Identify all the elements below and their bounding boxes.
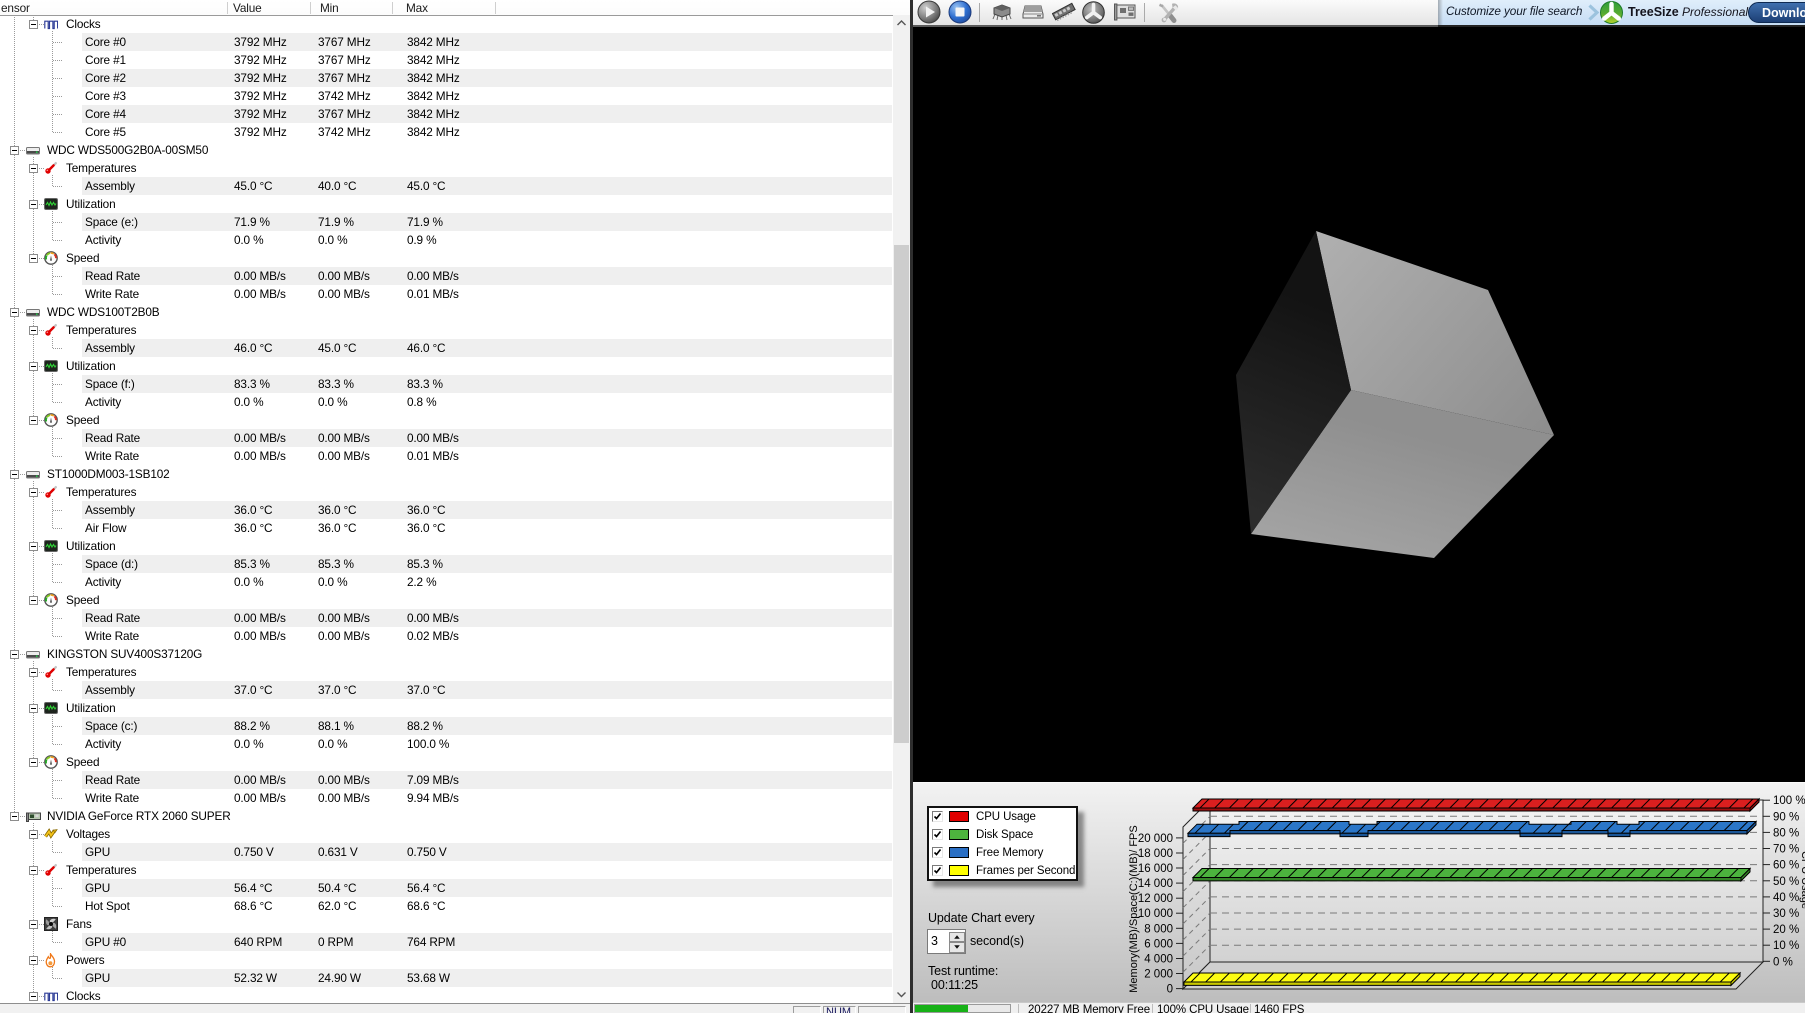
svg-text:CPU Usage: CPU Usage bbox=[1799, 851, 1805, 909]
svg-text:18 000: 18 000 bbox=[1138, 848, 1173, 860]
svg-text:8 000: 8 000 bbox=[1144, 923, 1173, 935]
svg-text:Memory(MB)/Space(C:)(MB)/ FPS: Memory(MB)/Space(C:)(MB)/ FPS bbox=[1128, 825, 1140, 992]
svg-text:4 000: 4 000 bbox=[1144, 954, 1173, 966]
svg-text:20 000: 20 000 bbox=[1138, 833, 1173, 845]
svg-text:14 000: 14 000 bbox=[1138, 878, 1173, 890]
svg-text:0: 0 bbox=[1167, 984, 1173, 996]
svg-text:100 %: 100 % bbox=[1773, 795, 1805, 807]
svg-text:70 %: 70 % bbox=[1773, 844, 1799, 856]
svg-text:12 000: 12 000 bbox=[1138, 893, 1173, 905]
svg-text:20 %: 20 % bbox=[1773, 924, 1799, 936]
svg-text:30 %: 30 % bbox=[1773, 908, 1799, 920]
svg-text:60 %: 60 % bbox=[1773, 860, 1799, 872]
svg-text:80 %: 80 % bbox=[1773, 827, 1799, 839]
svg-text:16 000: 16 000 bbox=[1138, 863, 1173, 875]
svg-text:0 %: 0 % bbox=[1773, 956, 1793, 968]
svg-text:10 %: 10 % bbox=[1773, 940, 1799, 952]
svg-text:2 000: 2 000 bbox=[1144, 969, 1173, 981]
svg-text:10 000: 10 000 bbox=[1138, 908, 1173, 920]
svg-text:90 %: 90 % bbox=[1773, 811, 1799, 823]
svg-text:50 %: 50 % bbox=[1773, 876, 1799, 888]
svg-text:40 %: 40 % bbox=[1773, 892, 1799, 904]
svg-text:6 000: 6 000 bbox=[1144, 938, 1173, 950]
